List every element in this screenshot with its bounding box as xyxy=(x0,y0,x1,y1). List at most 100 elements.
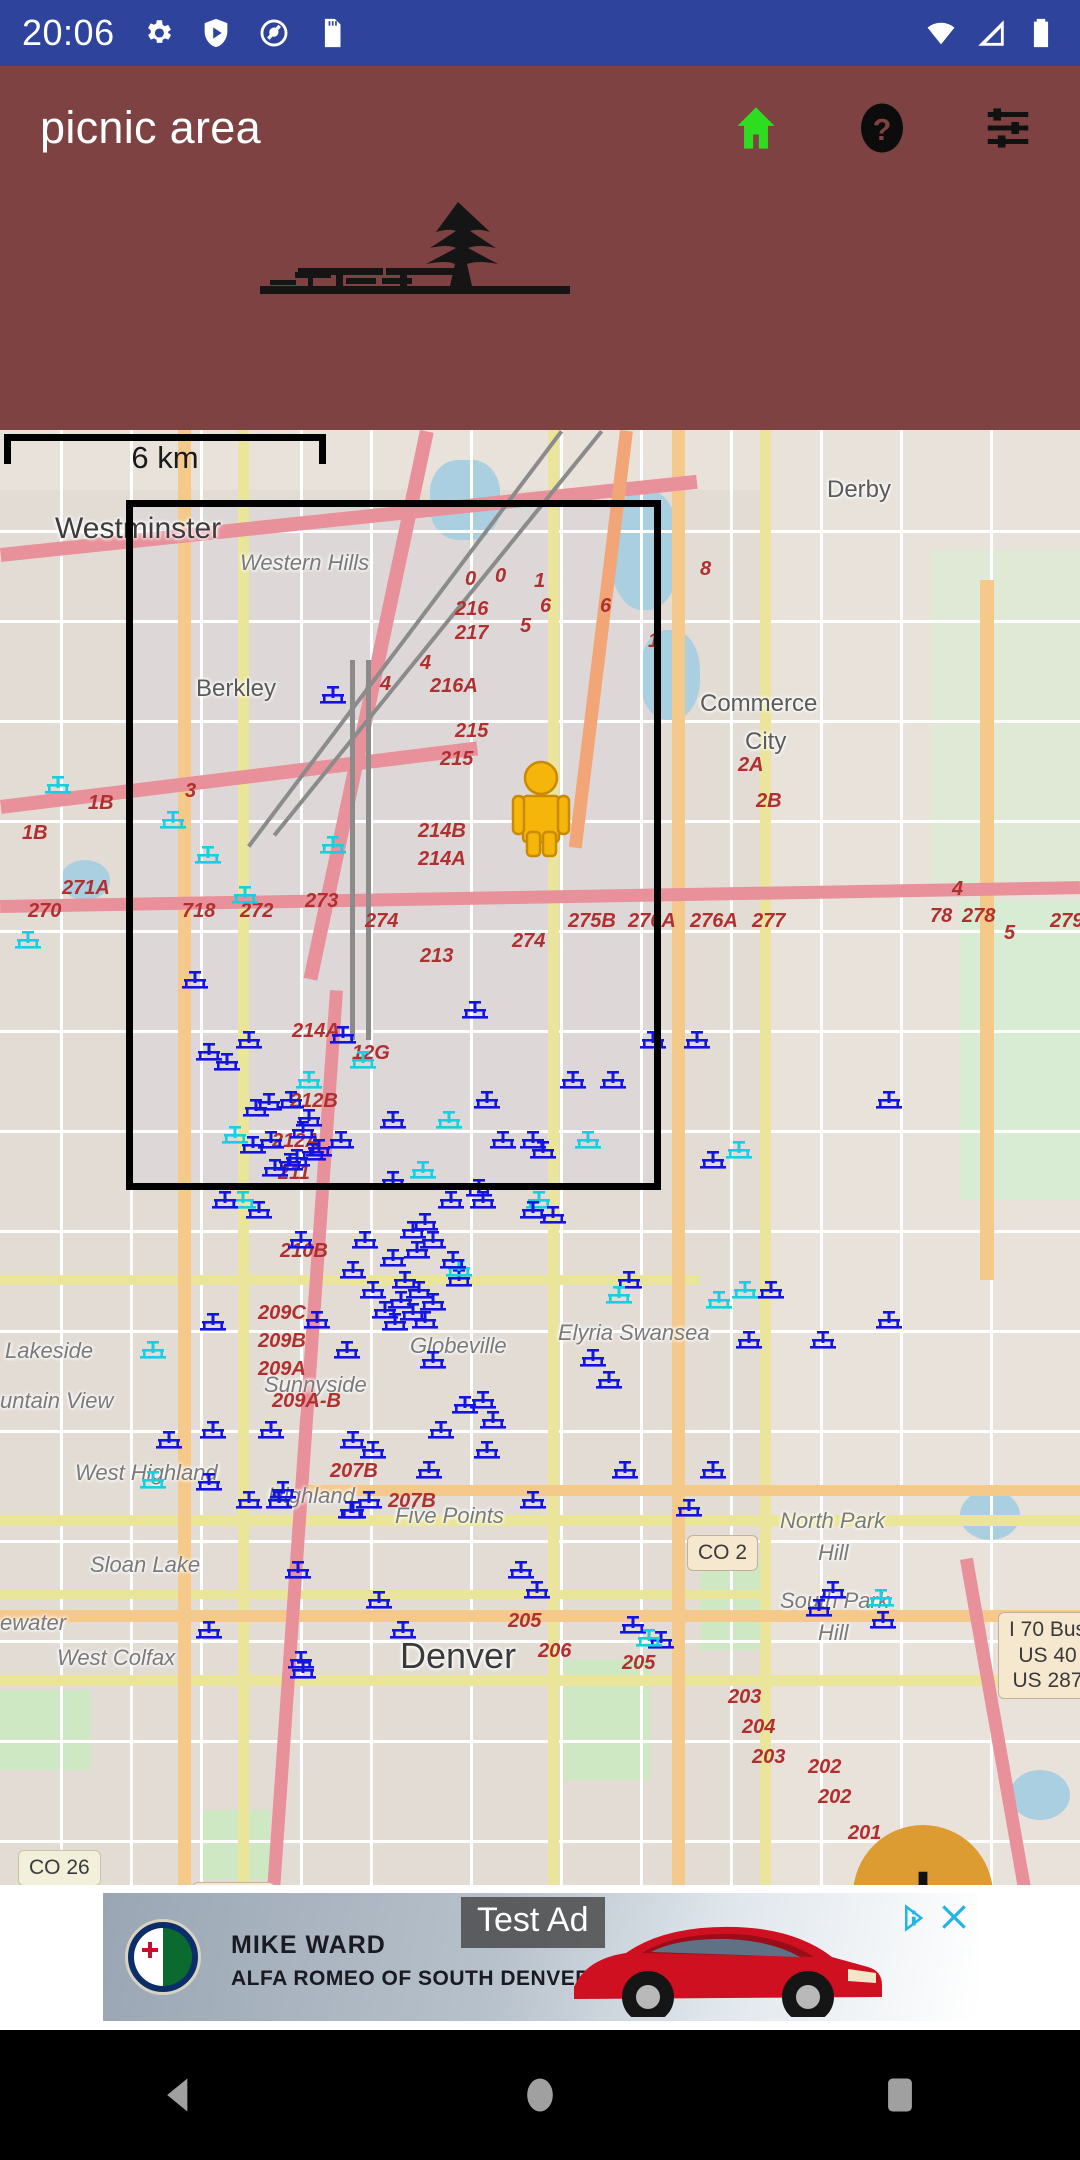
picnic-table-marker[interactable] xyxy=(262,1158,288,1178)
picnic-table-marker[interactable] xyxy=(580,1348,606,1368)
picnic-table-marker[interactable] xyxy=(438,1190,464,1210)
picnic-table-marker[interactable] xyxy=(560,1070,586,1090)
nav-back-button[interactable] xyxy=(120,2030,240,2160)
picnic-table-marker[interactable] xyxy=(868,1588,894,1608)
picnic-table-marker[interactable] xyxy=(436,1110,462,1130)
picnic-table-marker[interactable] xyxy=(870,1610,896,1630)
picnic-table-marker[interactable] xyxy=(140,1340,166,1360)
picnic-table-marker[interactable] xyxy=(390,1620,416,1640)
picnic-table-marker[interactable] xyxy=(416,1460,442,1480)
picnic-table-marker[interactable] xyxy=(296,1108,322,1128)
ad-banner[interactable]: MIKE WARD ALFA ROMEO OF SOUTH DENVER Tes… xyxy=(103,1893,978,2021)
picnic-table-marker[interactable] xyxy=(232,885,258,905)
picnic-table-marker[interactable] xyxy=(876,1310,902,1330)
picnic-table-marker[interactable] xyxy=(356,1490,382,1510)
picnic-table-marker[interactable] xyxy=(420,1350,446,1370)
picnic-table-marker[interactable] xyxy=(474,1090,500,1110)
picnic-table-marker[interactable] xyxy=(732,1280,758,1300)
picnic-table-marker[interactable] xyxy=(214,1052,240,1072)
picnic-table-marker[interactable] xyxy=(612,1460,638,1480)
picnic-table-marker[interactable] xyxy=(182,970,208,990)
picnic-table-marker[interactable] xyxy=(366,1590,392,1610)
picnic-table-marker[interactable] xyxy=(160,810,186,830)
picnic-table-marker[interactable] xyxy=(806,1598,832,1618)
picnic-table-marker[interactable] xyxy=(540,1205,566,1225)
picnic-table-marker[interactable] xyxy=(320,835,346,855)
picnic-table-marker[interactable] xyxy=(236,1030,262,1050)
picnic-table-marker[interactable] xyxy=(820,1580,846,1600)
picnic-table-marker[interactable] xyxy=(736,1330,762,1350)
picnic-table-marker[interactable] xyxy=(340,1260,366,1280)
picnic-table-marker[interactable] xyxy=(196,1620,222,1640)
picnic-table-marker[interactable] xyxy=(452,1395,478,1415)
picnic-table-marker[interactable] xyxy=(490,1130,516,1150)
picnic-table-marker[interactable] xyxy=(700,1460,726,1480)
picnic-table-marker[interactable] xyxy=(236,1490,262,1510)
picnic-table-marker[interactable] xyxy=(45,775,71,795)
help-button[interactable]: ? xyxy=(850,96,914,160)
picnic-table-marker[interactable] xyxy=(195,845,221,865)
picnic-table-marker[interactable] xyxy=(600,1070,626,1090)
picnic-table-marker[interactable] xyxy=(285,1560,311,1580)
picnic-table-marker[interactable] xyxy=(156,1430,182,1450)
picnic-table-marker[interactable] xyxy=(270,1480,296,1500)
picnic-table-marker[interactable] xyxy=(306,1138,332,1158)
picnic-table-marker[interactable] xyxy=(428,1420,454,1440)
picnic-table-marker[interactable] xyxy=(726,1140,752,1160)
picnic-table-marker[interactable] xyxy=(212,1190,238,1210)
picnic-table-marker[interactable] xyxy=(508,1560,534,1580)
picnic-table-marker[interactable] xyxy=(258,1130,284,1150)
picnic-table-marker[interactable] xyxy=(640,1030,666,1050)
picnic-table-marker[interactable] xyxy=(606,1285,632,1305)
picnic-table-marker[interactable] xyxy=(352,1230,378,1250)
picnic-table-marker[interactable] xyxy=(596,1370,622,1390)
picnic-table-marker[interactable] xyxy=(404,1240,430,1260)
picnic-table-marker[interactable] xyxy=(380,1170,406,1190)
picnic-table-marker[interactable] xyxy=(412,1310,438,1330)
nav-home-button[interactable] xyxy=(480,2030,600,2160)
picnic-table-marker[interactable] xyxy=(380,1110,406,1130)
picnic-table-marker[interactable] xyxy=(296,1070,322,1090)
picnic-table-marker[interactable] xyxy=(382,1312,408,1332)
picnic-table-marker[interactable] xyxy=(758,1280,784,1300)
picnic-table-marker[interactable] xyxy=(636,1628,662,1648)
picnic-table-marker[interactable] xyxy=(410,1160,436,1180)
picnic-table-marker[interactable] xyxy=(524,1580,550,1600)
picnic-table-marker[interactable] xyxy=(140,1470,166,1490)
picnic-table-marker[interactable] xyxy=(350,1050,376,1070)
picnic-table-marker[interactable] xyxy=(196,1472,222,1492)
pegman-marker[interactable] xyxy=(510,760,572,858)
picnic-table-marker[interactable] xyxy=(200,1312,226,1332)
picnic-table-marker[interactable] xyxy=(380,1248,406,1268)
picnic-table-marker[interactable] xyxy=(278,1090,304,1110)
picnic-table-marker[interactable] xyxy=(480,1410,506,1430)
picnic-table-marker[interactable] xyxy=(700,1150,726,1170)
picnic-table-marker[interactable] xyxy=(876,1090,902,1110)
picnic-table-marker[interactable] xyxy=(412,1212,438,1232)
picnic-table-marker[interactable] xyxy=(440,1250,466,1270)
map-view[interactable]: Westminster Western Hills Derby Berkley Comm… xyxy=(0,430,1080,1885)
picnic-table-marker[interactable] xyxy=(684,1030,710,1050)
picnic-table-marker[interactable] xyxy=(258,1420,284,1440)
adchoices-icon[interactable] xyxy=(900,1903,930,1933)
picnic-table-marker[interactable] xyxy=(340,1430,366,1450)
picnic-table-marker[interactable] xyxy=(520,1490,546,1510)
picnic-table-marker[interactable] xyxy=(676,1498,702,1518)
picnic-table-marker[interactable] xyxy=(810,1330,836,1350)
filter-settings-button[interactable] xyxy=(976,96,1040,160)
picnic-table-marker[interactable] xyxy=(462,1000,488,1020)
picnic-table-marker[interactable] xyxy=(470,1190,496,1210)
picnic-table-marker[interactable] xyxy=(360,1280,386,1300)
picnic-table-marker[interactable] xyxy=(334,1340,360,1360)
nav-recents-button[interactable] xyxy=(840,2030,960,2160)
picnic-table-marker[interactable] xyxy=(520,1130,546,1150)
picnic-table-marker[interactable] xyxy=(304,1310,330,1330)
picnic-table-marker[interactable] xyxy=(200,1420,226,1440)
picnic-table-marker[interactable] xyxy=(706,1290,732,1310)
home-button[interactable] xyxy=(724,96,788,160)
picnic-table-marker[interactable] xyxy=(474,1440,500,1460)
picnic-table-marker[interactable] xyxy=(288,1230,314,1250)
picnic-table-marker[interactable] xyxy=(320,685,346,705)
picnic-table-marker[interactable] xyxy=(15,930,41,950)
picnic-table-marker[interactable] xyxy=(575,1130,601,1150)
